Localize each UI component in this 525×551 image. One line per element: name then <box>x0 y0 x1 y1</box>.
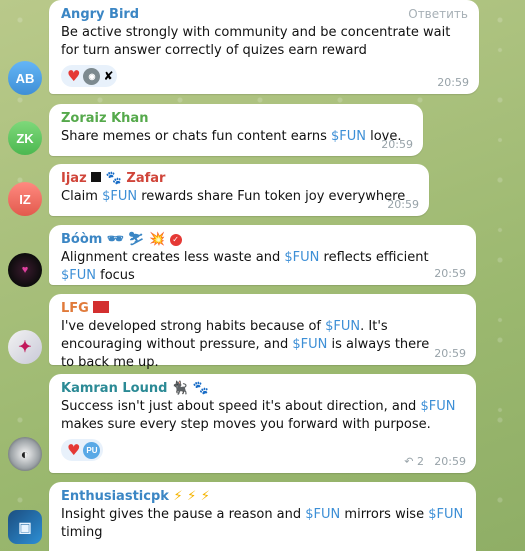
sender-name[interactable]: LFG <box>61 300 465 317</box>
message-text: Be active strongly with community and be… <box>61 25 451 58</box>
message-text: Share memes or chats fun content earns $… <box>61 128 412 146</box>
lightning-icons: ⚡ ⚡ ⚡ <box>173 489 210 504</box>
message-bubble[interactable]: Kamran Lound 🐈‍⬛ 🐾 Success isn't just ab… <box>49 374 476 473</box>
sender-name-part: Bóòm 🕶 <box>61 232 124 247</box>
message-bubble[interactable]: LFG I've developed strong habits because… <box>49 294 476 370</box>
avatar-iz[interactable]: IZ <box>8 182 42 216</box>
sender-name[interactable]: Ijaz 🐾 Zafar <box>61 170 418 187</box>
message-text: Claim $FUN rewards share Fun token joy e… <box>61 188 418 206</box>
wave-icon: ✘ <box>103 69 114 83</box>
token-link[interactable]: $FUN <box>305 507 340 522</box>
verified-icon: ✓ <box>169 234 182 246</box>
token-link[interactable]: $FUN <box>428 507 463 522</box>
sender-name-part: Zafar <box>126 171 166 186</box>
avatar-boom[interactable]: ♥ <box>8 253 42 287</box>
text-part: reflects efficient <box>319 250 429 265</box>
token-link[interactable]: $FUN <box>61 268 96 283</box>
timestamp: 20:59 <box>381 138 413 151</box>
sender-name[interactable]: Angry Bird <box>61 6 468 23</box>
character-icon: ✦ <box>18 339 32 356</box>
token-link[interactable]: $FUN <box>292 337 327 352</box>
skier-icon: ⛷ <box>127 232 145 247</box>
avatar-enthusiasticpk[interactable]: ▣ <box>8 510 42 544</box>
avatar-lfg[interactable]: ✦ <box>8 330 42 364</box>
message-bubble[interactable]: Ijaz 🐾 Zafar Claim $FUN rewards share Fu… <box>49 164 429 216</box>
sender-name[interactable]: Zoraiz Khan <box>61 110 412 127</box>
avatar-ab[interactable]: AB <box>8 61 42 95</box>
token-link[interactable]: $FUN <box>102 189 137 204</box>
text-part: makes sure every step moves you forward … <box>61 417 431 432</box>
cat-ninja-paw-icons: 🐈‍⬛ 🐾 <box>171 381 209 396</box>
reply-button[interactable]: Ответить <box>408 7 468 21</box>
message-bubble[interactable]: Bóòm 🕶 ⛷ 💥 ✓ Alignment creates less wast… <box>49 225 476 285</box>
heart-icon: ♥ <box>21 264 29 276</box>
text-part: mirrors wise <box>340 507 429 522</box>
text-part: timing <box>61 525 103 540</box>
text-part: Share memes or chats fun content earns <box>61 129 331 144</box>
heart-icon: ♥ <box>67 440 81 459</box>
reactor-avatar: PU <box>83 441 101 459</box>
collision-icon: 💥 <box>148 232 166 247</box>
reply-count: 2 <box>417 455 424 468</box>
sender-name-part: Enthusiasticpk <box>61 489 169 504</box>
sender-name-part: Kamran Lound <box>61 381 168 396</box>
text-part: Insight gives the pause a reason and <box>61 507 306 522</box>
reply-arrow-icon: ↶ <box>404 455 414 468</box>
timestamp: 20:59 <box>434 455 466 468</box>
sender-name[interactable]: Kamran Lound 🐈‍⬛ 🐾 <box>61 380 465 397</box>
replies-indicator[interactable]: ↶ 2 <box>404 455 424 468</box>
timestamp: 20:59 <box>434 347 466 360</box>
sender-name[interactable]: Bóòm 🕶 ⛷ 💥 ✓ <box>61 231 465 248</box>
text-part: focus <box>96 268 135 283</box>
red-square-icon <box>93 301 110 313</box>
paw-icon: 🐾 <box>105 171 122 186</box>
token-link[interactable]: $FUN <box>420 399 455 414</box>
timestamp: 20:59 <box>437 76 469 89</box>
message-bubble[interactable]: Zoraiz Khan Share memes or chats fun con… <box>49 104 423 156</box>
timestamp: 20:59 <box>387 198 419 211</box>
reaction-heart[interactable]: ♥ ◉ ✘ <box>61 65 117 87</box>
black-square-icon <box>91 172 102 182</box>
heart-icon: ♥ <box>67 66 81 85</box>
avatar-kamran[interactable]: ◐ <box>8 437 42 471</box>
token-link[interactable]: $FUN <box>284 250 319 265</box>
reaction-bar: ♥ ◉ ✘ <box>61 65 468 87</box>
avatar-zk[interactable]: ZK <box>8 121 42 155</box>
message-text: Insight gives the pause a reason and $FU… <box>61 506 465 542</box>
sender-name-part: Ijaz <box>61 171 87 186</box>
message-text: I've developed strong habits because of … <box>61 318 441 372</box>
message-bubble[interactable]: Angry Bird Ответить Be active strongly w… <box>49 0 479 94</box>
token-link[interactable]: $FUN <box>331 129 366 144</box>
timestamp: 20:59 <box>434 267 466 280</box>
sender-name-part: LFG <box>61 301 89 316</box>
text-part: rewards share Fun token joy everywhere <box>137 189 406 204</box>
token-link[interactable]: $FUN <box>325 319 360 334</box>
text-part: I've developed strong habits because of <box>61 319 326 334</box>
message-text: Alignment creates less waste and $FUN re… <box>61 249 465 285</box>
message-bubble[interactable]: Enthusiasticpk ⚡ ⚡ ⚡ Insight gives the p… <box>49 482 476 551</box>
text-part: Success isn't just about speed it's abou… <box>61 399 421 414</box>
text-part: Claim <box>61 189 103 204</box>
reaction-heart[interactable]: ♥ PU <box>61 439 104 461</box>
message-text: Success isn't just about speed it's abou… <box>61 398 466 434</box>
spiral-icon: ◐ <box>20 446 30 462</box>
sender-name[interactable]: Enthusiasticpk ⚡ ⚡ ⚡ <box>61 488 465 505</box>
photo-frame-icon: ▣ <box>18 518 32 535</box>
text-part: Alignment creates less waste and <box>61 250 285 265</box>
reactor-avatar: ◉ <box>83 67 101 85</box>
